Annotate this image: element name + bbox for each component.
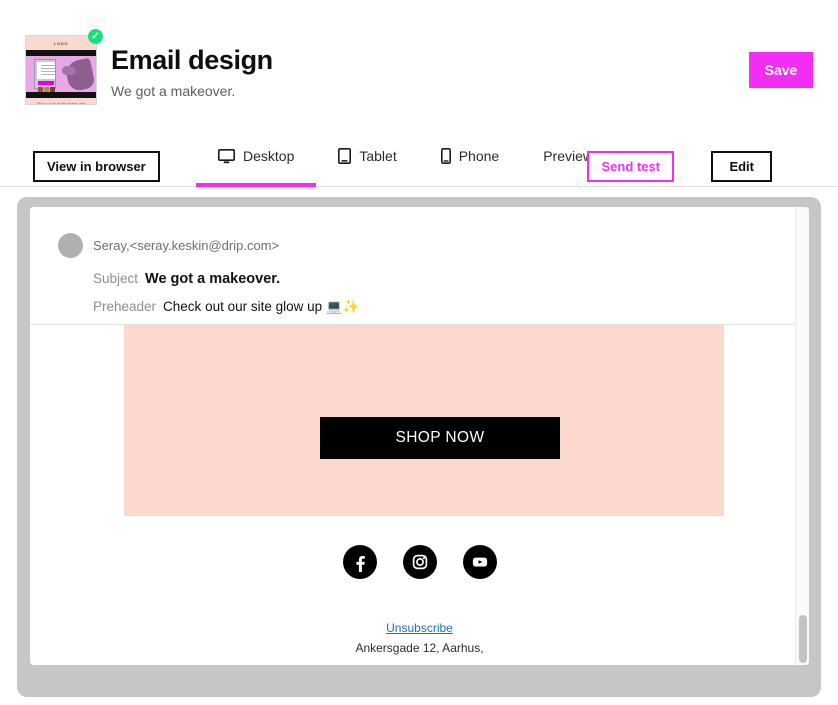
check-circle-icon: ✓ [88, 29, 103, 44]
thumbnail-phone-cta [38, 81, 54, 85]
tab-phone[interactable]: Phone [419, 125, 521, 187]
tab-tablet[interactable]: Tablet [316, 125, 418, 187]
thumbnail-footer-band: Take a look at the brand new [26, 98, 96, 105]
tab-tablet-label: Tablet [359, 148, 397, 164]
page-header: LOGO Take a look at the brand new ✓ Emai… [0, 0, 838, 125]
social-links [30, 545, 809, 579]
email-meta-panel: Seray,<seray.keskin@drip.com> Subject We… [30, 207, 809, 325]
sender-address: Seray,<seray.keskin@drip.com> [93, 238, 280, 253]
title-block: Email design We got a makeover. [111, 44, 273, 100]
footer-address: Ankersgade 12, Aarhus, [355, 641, 484, 655]
device-tabs: Desktop Tablet Phone Preview as [196, 125, 634, 187]
subject-value: We got a makeover. [145, 271, 281, 287]
facebook-icon[interactable] [342, 545, 377, 579]
thumbnail-phone-mockup [34, 59, 56, 92]
instagram-icon[interactable] [402, 545, 437, 579]
tablet-icon [338, 148, 352, 164]
view-in-browser-button[interactable]: View in browser [33, 151, 160, 182]
preheader-row: Preheader Check out our site glow up 💻✨ [93, 299, 360, 315]
youtube-icon[interactable] [462, 545, 497, 579]
preheader-value: Check out our site glow up 💻✨ [163, 299, 360, 314]
send-test-button[interactable]: Send test [587, 151, 674, 182]
avatar [58, 233, 83, 258]
thumbnail-image: LOGO Take a look at the brand new [25, 35, 97, 105]
page-title: Email design [111, 45, 273, 75]
thumbnail-logo-text: LOGO [53, 40, 69, 46]
email-thumbnail[interactable]: LOGO Take a look at the brand new ✓ [25, 29, 103, 105]
tab-phone-label: Phone [458, 148, 500, 164]
subject-row: Subject We got a makeover. [93, 271, 280, 287]
tab-desktop[interactable]: Desktop [196, 125, 317, 187]
preview-viewport: VIEW PRODUCT VIEW PRODUCT SHOP NOW [30, 207, 809, 665]
save-button[interactable]: Save [749, 52, 813, 88]
shop-now-button[interactable]: SHOP NOW [320, 417, 560, 459]
thumbnail-logo-band: LOGO [26, 36, 96, 50]
scrollbar-thumb[interactable] [799, 615, 807, 663]
tab-desktop-label: Desktop [243, 148, 295, 164]
unsubscribe-link[interactable]: Unsubscribe [386, 621, 453, 635]
thumbnail-phone-screen [37, 62, 55, 79]
preview-device-frame: VIEW PRODUCT VIEW PRODUCT SHOP NOW [17, 197, 821, 697]
thumbnail-hand [64, 57, 96, 92]
preview-scrollbar[interactable] [795, 207, 809, 665]
preheader-label: Preheader [93, 299, 157, 314]
phone-icon [440, 148, 451, 164]
thumbnail-hero [26, 56, 96, 92]
email-footer: Unsubscribe Ankersgade 12, Aarhus, [30, 619, 809, 655]
monitor-icon [218, 148, 235, 164]
thumbnail-footer-text: Take a look at the brand new [36, 102, 86, 105]
subject-label: Subject [93, 271, 139, 286]
page-subtitle: We got a makeover. [111, 83, 236, 99]
edit-button[interactable]: Edit [711, 151, 772, 182]
